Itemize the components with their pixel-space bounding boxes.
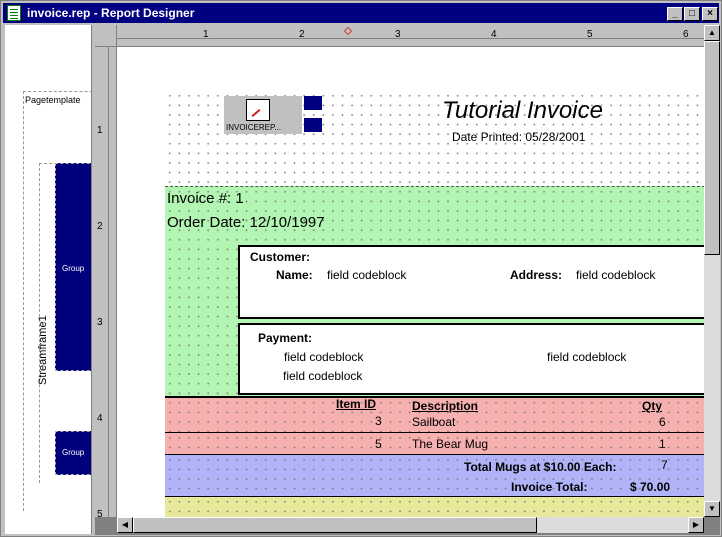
description-cell: The Bear Mug (412, 437, 489, 451)
logo-block-icon (304, 118, 322, 132)
horizontal-scroll-thumb[interactable] (133, 517, 537, 533)
ruler-corner (95, 25, 117, 47)
item-id-header: Item ID (336, 397, 377, 411)
description-header: Description (412, 399, 479, 413)
address-label: Address: (510, 268, 563, 282)
invoice-total-label: Invoice Total: (511, 480, 588, 494)
invoice-number: Invoice #: 1 (167, 190, 244, 207)
maximize-button[interactable]: □ (684, 7, 700, 21)
group-box-1[interactable]: Group (55, 163, 91, 371)
ruler-number: 4 (97, 413, 103, 424)
payment-box[interactable]: Payment: field codeblock field codeblock… (238, 323, 704, 395)
ruler-number: 3 (97, 317, 103, 328)
qty-cell: 1 (659, 437, 666, 451)
footer-band[interactable] (165, 497, 704, 517)
customer-box[interactable]: Customer: Name: field codeblock Address:… (238, 245, 704, 319)
horizontal-scrollbar[interactable]: ◀ ▶ (117, 517, 704, 533)
ruler-baseline (117, 38, 704, 39)
total-mugs-value: 7 (661, 458, 668, 472)
report-title: Tutorial Invoice (442, 97, 603, 124)
vertical-scroll-thumb[interactable] (704, 41, 720, 255)
group-box-2[interactable]: Group (55, 431, 91, 475)
report-designer-window: invoice.rep - Report Designer _ □ × Page… (0, 0, 722, 537)
document-icon (7, 5, 21, 21)
ruler-number: 5 (97, 509, 103, 517)
vertical-scrollbar[interactable]: ▲ ▼ (704, 25, 720, 517)
ruler-baseline (108, 47, 109, 517)
invoice-logo[interactable]: INVOICEREP... (224, 96, 322, 134)
date-printed: Date Printed: 05/28/2001 (452, 130, 586, 144)
structure-panel: Pagetemplate Streamframe1 Group Group (5, 25, 92, 534)
invoice-total-value: $ 70.00 (630, 480, 671, 494)
logo-block-icon (304, 96, 322, 110)
margin-marker-icon[interactable] (343, 26, 353, 36)
group-label: Group (62, 264, 85, 273)
name-label: Name: (276, 268, 313, 282)
address-field[interactable]: field codeblock (576, 268, 655, 282)
order-date: Order Date: 12/10/1997 (167, 214, 325, 231)
payment-heading: Payment: (258, 331, 313, 345)
close-button[interactable]: × (702, 7, 718, 21)
vertical-ruler[interactable]: 1 2 3 4 5 (95, 47, 117, 517)
payment-field[interactable]: field codeblock (284, 350, 363, 364)
scroll-down-icon[interactable]: ▼ (704, 501, 720, 517)
report-page: INVOICEREP... Tutorial Invoice Date Prin… (117, 47, 704, 517)
totals-band[interactable] (165, 455, 704, 497)
scroll-left-icon[interactable]: ◀ (117, 517, 133, 533)
horizontal-ruler[interactable]: 1 2 3 4 5 6 (117, 25, 704, 47)
scroll-right-icon[interactable]: ▶ (688, 517, 704, 533)
description-cell: Sailboat (412, 415, 456, 429)
image-icon (246, 99, 270, 121)
window-title: invoice.rep - Report Designer (27, 6, 195, 20)
scroll-up-icon[interactable]: ▲ (704, 25, 720, 41)
design-canvas: 1 2 3 4 5 6 1 2 3 4 5 INVOICEREP... Tuto… (95, 25, 720, 535)
streamframe-label: Streamframe1 (37, 315, 49, 385)
qty-header: Qty (642, 399, 663, 413)
name-field[interactable]: field codeblock (327, 268, 406, 282)
item-id-cell: 3 (375, 414, 382, 428)
total-mugs-label: Total Mugs at $10.00 Each: (464, 460, 617, 474)
group-label: Group (62, 448, 85, 457)
page-template-label: Pagetemplate (25, 95, 81, 105)
minimize-button[interactable]: _ (667, 7, 683, 21)
logo-caption: INVOICEREP... (226, 123, 281, 132)
customer-heading: Customer: (250, 250, 311, 264)
ruler-number: 2 (97, 221, 103, 232)
payment-field[interactable]: field codeblock (547, 350, 626, 364)
payment-field[interactable]: field codeblock (283, 369, 362, 383)
qty-cell: 6 (659, 415, 666, 429)
ruler-number: 1 (97, 125, 103, 136)
title-bar[interactable]: invoice.rep - Report Designer _ □ × (3, 3, 719, 23)
item-id-cell: 5 (375, 437, 382, 451)
